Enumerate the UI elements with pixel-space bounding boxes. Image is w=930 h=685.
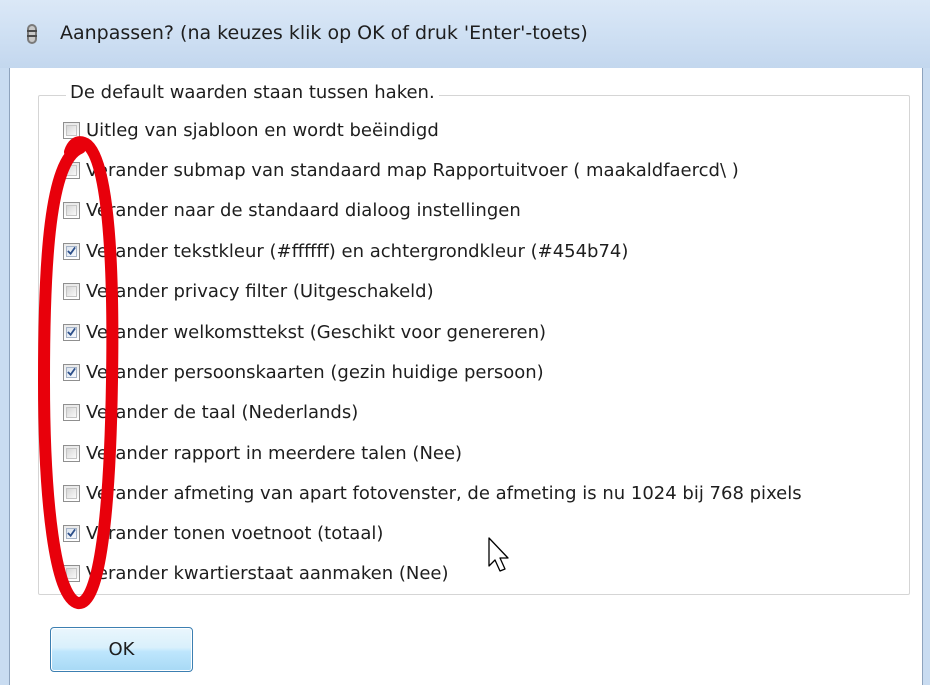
dialog-content: De default waarden staan tussen haken. U… xyxy=(9,68,923,685)
option-submap[interactable]: Verander submap van standaard map Rappor… xyxy=(63,154,739,186)
checkbox[interactable] xyxy=(63,282,80,300)
option-label: Uitleg van sjabloon en wordt beëindigd xyxy=(86,119,439,141)
option-label: Verander privacy filter (Uitgeschakeld) xyxy=(86,280,434,302)
dialog-window: Aanpassen? (na keuzes klik op OK of druk… xyxy=(0,0,930,685)
checkbox[interactable] xyxy=(63,444,80,462)
checkbox[interactable] xyxy=(63,121,80,139)
checkbox[interactable] xyxy=(63,484,80,502)
option-label: Verander tekstkleur (#ffffff) en achterg… xyxy=(86,240,629,262)
option-label: Verander welkomsttekst (Geschikt voor ge… xyxy=(86,321,547,343)
option-label: Verander afmeting van apart fotovenster,… xyxy=(86,482,802,504)
option-uitleg[interactable]: Uitleg van sjabloon en wordt beëindigd xyxy=(63,114,439,146)
option-meerdere-talen[interactable]: Verander rapport in meerdere talen (Nee) xyxy=(63,437,462,469)
checkbox[interactable] xyxy=(63,161,80,179)
option-label: Verander de taal (Nederlands) xyxy=(86,401,359,423)
option-kwartierstaat[interactable]: Verander kwartierstaat aanmaken (Nee) xyxy=(63,557,449,589)
option-persoonskaarten[interactable]: Verander persoonskaarten (gezin huidige … xyxy=(63,356,544,388)
checkbox[interactable] xyxy=(63,201,80,219)
option-welkomsttekst[interactable]: Verander welkomsttekst (Geschikt voor ge… xyxy=(63,316,546,348)
ok-button[interactable]: OK xyxy=(50,627,193,672)
option-fotovenster[interactable]: Verander afmeting van apart fotovenster,… xyxy=(63,477,802,509)
window-title: Aanpassen? (na keuzes klik op OK of druk… xyxy=(60,22,588,44)
option-voetnoot[interactable]: Verander tonen voetnoot (totaal) xyxy=(63,517,383,549)
option-label: Verander naar de standaard dialoog inste… xyxy=(86,199,521,221)
checkbox-checked[interactable] xyxy=(63,323,80,341)
settings-app-icon[interactable] xyxy=(24,23,40,45)
options-group: De default waarden staan tussen haken. U… xyxy=(38,82,910,595)
group-label: De default waarden staan tussen haken. xyxy=(66,82,439,103)
checkbox-checked[interactable] xyxy=(63,363,80,381)
checkbox-checked[interactable] xyxy=(63,524,80,542)
option-privacy-filter[interactable]: Verander privacy filter (Uitgeschakeld) xyxy=(63,275,434,307)
option-tekstkleur[interactable]: Verander tekstkleur (#ffffff) en achterg… xyxy=(63,235,628,267)
checkbox[interactable] xyxy=(63,403,80,421)
checkbox[interactable] xyxy=(63,564,80,582)
option-label: Verander kwartierstaat aanmaken (Nee) xyxy=(86,562,449,584)
option-label: Verander tonen voetnoot (totaal) xyxy=(86,522,384,544)
title-bar[interactable]: Aanpassen? (na keuzes klik op OK of druk… xyxy=(0,0,930,68)
option-label: Verander rapport in meerdere talen (Nee) xyxy=(86,442,463,464)
option-standaard-dialoog[interactable]: Verander naar de standaard dialoog inste… xyxy=(63,194,521,226)
option-label: Verander persoonskaarten (gezin huidige … xyxy=(86,361,544,383)
checkbox-checked[interactable] xyxy=(63,242,80,260)
option-taal[interactable]: Verander de taal (Nederlands) xyxy=(63,396,358,428)
option-label: Verander submap van standaard map Rappor… xyxy=(86,159,739,181)
